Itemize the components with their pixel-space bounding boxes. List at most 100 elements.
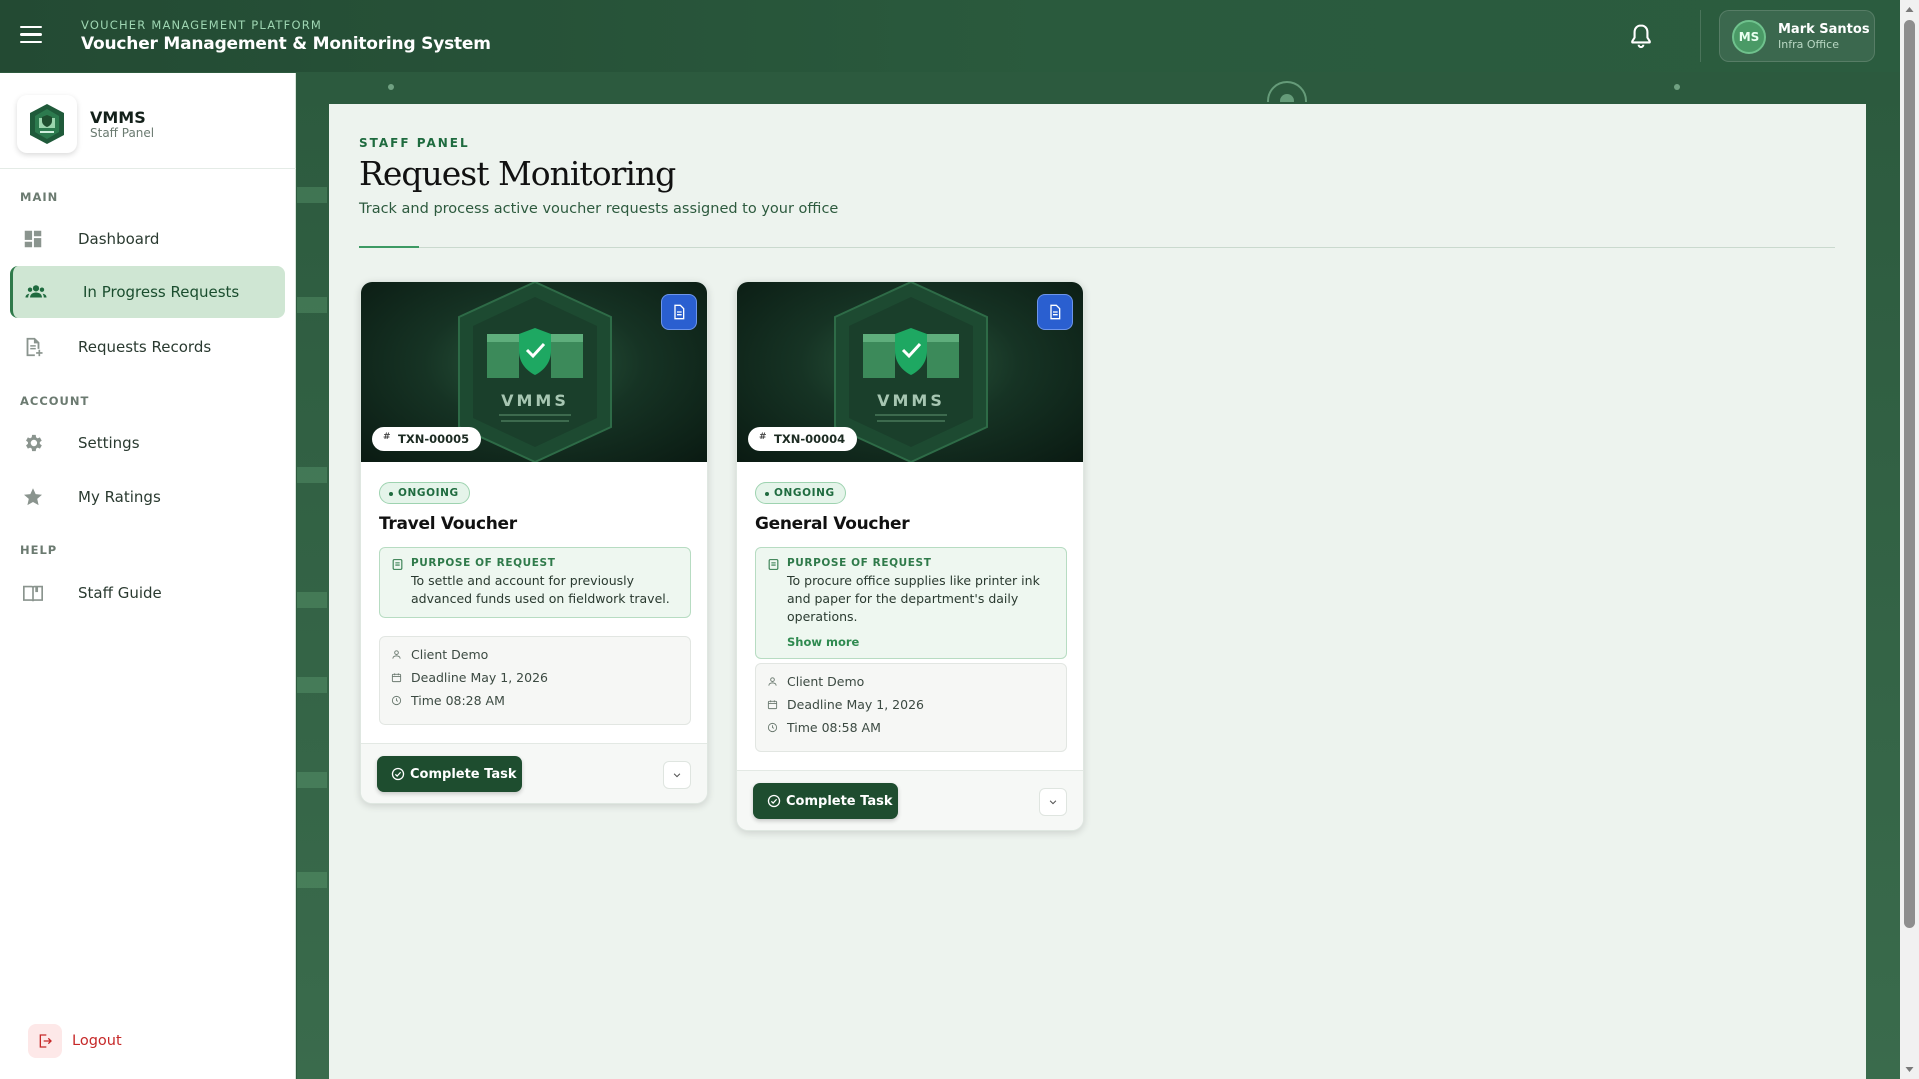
user-menu[interactable]: MS Mark Santos Infra Office xyxy=(1719,10,1875,62)
avatar: MS xyxy=(1732,20,1766,54)
purpose-label: PURPOSE OF REQUEST xyxy=(787,557,932,569)
hero-wordmark: VMMS xyxy=(877,391,945,410)
expand-button[interactable] xyxy=(1039,788,1067,816)
chevron-down-icon xyxy=(673,773,681,778)
check-circle-icon xyxy=(391,767,405,781)
divider xyxy=(359,247,1835,248)
people-icon xyxy=(25,285,47,298)
card-footer: Complete Task xyxy=(737,770,1083,830)
purpose-box: PURPOSE OF REQUEST To settle and account… xyxy=(379,547,691,618)
transaction-badge: # TXN-00004 xyxy=(748,427,858,451)
page-description: Track and process active voucher request… xyxy=(359,201,839,217)
clock-icon xyxy=(767,722,778,733)
deadline-row: Deadline May 1, 2026 xyxy=(767,696,1056,719)
complete-task-button[interactable]: Complete Task xyxy=(377,756,522,792)
time-row: Time 08:58 AM xyxy=(767,719,1056,742)
vmms-logo-icon xyxy=(17,95,77,153)
deadline-text: Deadline May 1, 2026 xyxy=(411,670,548,685)
section-label-account: ACCOUNT xyxy=(20,394,90,408)
hash-icon: # xyxy=(383,432,391,442)
transaction-id: TXN-00005 xyxy=(398,432,470,446)
scrollbar-thumb[interactable] xyxy=(1904,20,1915,928)
hero-wordmark: VMMS xyxy=(501,391,569,410)
document-icon xyxy=(674,304,685,320)
scroll-down-arrow-icon[interactable] xyxy=(1903,1064,1916,1076)
brand: VOUCHER MANAGEMENT PLATFORM Voucher Mana… xyxy=(81,18,491,54)
client-row: Client Demo xyxy=(392,646,680,669)
document-button[interactable] xyxy=(1037,294,1073,330)
sidebar-item-dashboard[interactable]: Dashboard xyxy=(10,213,285,265)
deadline-text: Deadline May 1, 2026 xyxy=(787,697,924,712)
person-icon xyxy=(392,650,401,659)
sidebar-app-sub: Staff Panel xyxy=(90,126,155,140)
voucher-card: VMMS # TXN-00005 ONGOING Travel Voucher … xyxy=(360,281,708,804)
star-icon xyxy=(24,488,42,506)
expand-button[interactable] xyxy=(663,761,691,789)
purpose-box: PURPOSE OF REQUEST To procure office sup… xyxy=(755,547,1067,659)
card-hero-image: VMMS # TXN-00004 xyxy=(737,282,1083,462)
complete-task-label: Complete Task xyxy=(786,793,893,809)
sidebar-item-label: My Ratings xyxy=(78,488,161,506)
header-divider xyxy=(1700,10,1701,62)
sidebar-item-in-progress-requests[interactable]: In Progress Requests xyxy=(10,266,285,318)
purpose-text: To settle and account for previously adv… xyxy=(411,573,670,606)
calendar-icon xyxy=(391,673,402,683)
sidebar-item-my-ratings[interactable]: My Ratings xyxy=(10,471,285,523)
voucher-title: Travel Voucher xyxy=(379,514,517,534)
client-name: Client Demo xyxy=(787,674,865,689)
sidebar-item-label: Settings xyxy=(78,434,140,452)
show-more-link[interactable]: Show more xyxy=(787,635,1056,649)
deadline-row: Deadline May 1, 2026 xyxy=(391,669,680,692)
logout-button[interactable]: Logout xyxy=(28,1024,122,1058)
complete-task-button[interactable]: Complete Task xyxy=(753,783,898,819)
page-title: Request Monitoring xyxy=(359,154,676,193)
sidebar-header: VMMS Staff Panel xyxy=(0,73,296,169)
client-row: Client Demo xyxy=(768,673,1056,696)
gear-icon xyxy=(26,434,42,452)
sidebar-app-name: VMMS xyxy=(90,108,146,127)
complete-task-label: Complete Task xyxy=(410,766,517,782)
user-name: Mark Santos xyxy=(1778,22,1870,37)
calendar-icon xyxy=(767,700,778,710)
note-icon xyxy=(768,559,779,570)
transaction-badge: # TXN-00005 xyxy=(372,427,482,451)
purpose-text: To procure office supplies like printer … xyxy=(787,573,1040,624)
meta-box: Client Demo Deadline May 1, 2026 Time 08… xyxy=(379,636,691,725)
card-footer: Complete Task xyxy=(361,743,707,803)
check-circle-icon xyxy=(767,794,781,808)
note-icon xyxy=(392,559,403,570)
section-label-main: MAIN xyxy=(20,190,59,204)
document-button[interactable] xyxy=(661,294,697,330)
section-label-help: HELP xyxy=(20,543,58,557)
scroll-up-arrow-icon[interactable] xyxy=(1903,3,1916,15)
page-eyebrow: STAFF PANEL xyxy=(359,136,470,150)
sidebar-item-label: Staff Guide xyxy=(78,584,162,602)
client-name: Client Demo xyxy=(411,647,489,662)
document-add-icon xyxy=(26,337,43,357)
sidebar-item-label: In Progress Requests xyxy=(83,283,240,301)
meta-box: Client Demo Deadline May 1, 2026 Time 08… xyxy=(755,663,1067,752)
sidebar-item-settings[interactable]: Settings xyxy=(10,417,285,469)
divider-accent xyxy=(359,246,419,248)
notification-bell-icon[interactable] xyxy=(1627,22,1655,50)
voucher-title: General Voucher xyxy=(755,514,910,534)
chevron-down-icon xyxy=(1049,800,1057,805)
sidebar-item-label: Requests Records xyxy=(78,338,212,356)
status-badge: ONGOING xyxy=(379,482,470,504)
sidebar-item-staff-guide[interactable]: Staff Guide xyxy=(10,567,285,619)
logout-icon xyxy=(28,1024,62,1058)
transaction-id: TXN-00004 xyxy=(774,432,846,446)
dashboard-icon xyxy=(24,230,42,248)
book-icon xyxy=(23,585,43,602)
card-hero-image: VMMS # TXN-00005 xyxy=(361,282,707,462)
purpose-label: PURPOSE OF REQUEST xyxy=(411,557,556,569)
sidebar-item-requests-records[interactable]: Requests Records xyxy=(10,321,285,373)
system-title: Voucher Management & Monitoring System xyxy=(81,34,491,54)
sidebar-item-label: Dashboard xyxy=(78,230,160,248)
clock-icon xyxy=(391,695,402,706)
time-text: Time 08:28 AM xyxy=(411,693,505,708)
top-bar: VOUCHER MANAGEMENT PLATFORM Voucher Mana… xyxy=(0,0,1919,72)
hamburger-menu-icon[interactable] xyxy=(20,26,42,44)
user-office: Infra Office xyxy=(1778,38,1839,51)
voucher-card: VMMS # TXN-00004 ONGOING General Voucher… xyxy=(736,281,1084,831)
